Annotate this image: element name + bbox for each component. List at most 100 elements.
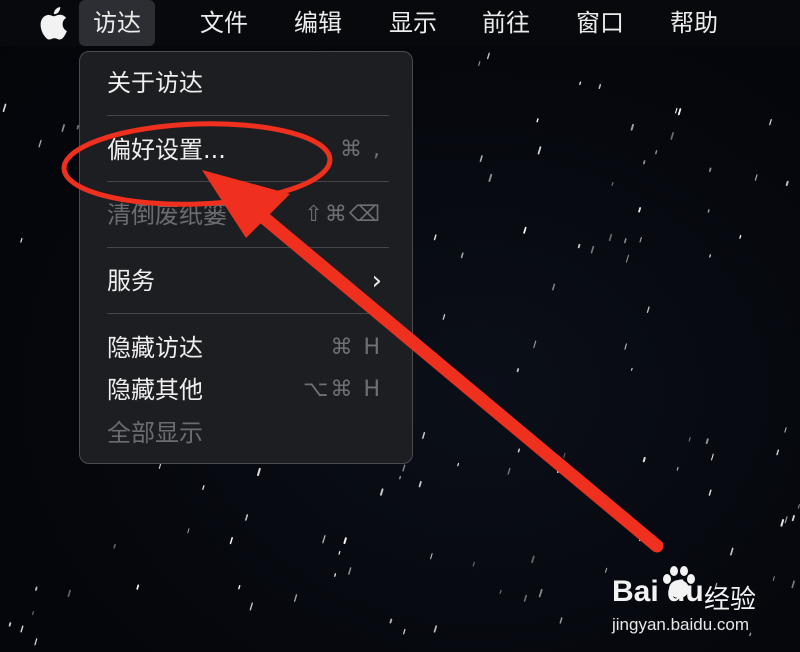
star bbox=[769, 119, 772, 126]
menu-item-label: 清倒废纸篓 bbox=[107, 201, 227, 229]
menu-item-about-finder[interactable]: 关于访达 bbox=[80, 61, 412, 105]
star bbox=[472, 561, 475, 567]
shortcut-shift-command-delete: ⇧⌘⌫ bbox=[304, 202, 382, 227]
watermark-product: 经验 bbox=[704, 585, 757, 615]
star bbox=[202, 485, 205, 490]
star bbox=[639, 236, 642, 243]
star bbox=[507, 467, 511, 475]
star bbox=[348, 567, 352, 575]
star bbox=[379, 488, 384, 496]
shortcut-option-command-h: ⌥⌘ H bbox=[303, 377, 382, 402]
star bbox=[688, 437, 691, 442]
star bbox=[61, 124, 65, 132]
star bbox=[238, 584, 241, 590]
star bbox=[677, 108, 682, 116]
star bbox=[730, 547, 734, 556]
star bbox=[2, 103, 7, 113]
star bbox=[531, 555, 535, 564]
star bbox=[604, 567, 608, 573]
menu-finder[interactable]: 访达 bbox=[79, 0, 155, 46]
star bbox=[499, 589, 502, 595]
star bbox=[552, 283, 556, 291]
star bbox=[705, 438, 709, 445]
paw-print-icon bbox=[663, 566, 695, 598]
star bbox=[739, 234, 742, 239]
star bbox=[457, 462, 460, 467]
star bbox=[533, 340, 537, 349]
star bbox=[67, 589, 71, 598]
star bbox=[577, 243, 581, 249]
star bbox=[785, 180, 789, 187]
star bbox=[625, 254, 630, 263]
menu-item-services[interactable]: 服务 › bbox=[80, 259, 412, 303]
star bbox=[791, 514, 795, 522]
star bbox=[630, 123, 635, 131]
star bbox=[646, 306, 650, 313]
star bbox=[187, 528, 190, 534]
star bbox=[559, 617, 563, 624]
star bbox=[334, 573, 337, 577]
star bbox=[478, 61, 481, 67]
menu-view[interactable]: 显示 bbox=[375, 0, 451, 46]
star bbox=[517, 448, 520, 453]
star bbox=[257, 467, 261, 477]
star bbox=[430, 553, 433, 560]
star bbox=[249, 602, 254, 611]
menu-item-label: 隐藏其他 bbox=[107, 376, 203, 404]
apple-logo-icon[interactable] bbox=[38, 6, 68, 40]
menu-edit[interactable]: 编辑 bbox=[280, 0, 356, 46]
menu-item-show-all: 全部显示 bbox=[80, 411, 412, 455]
baidu-jingyan-watermark: Bai du 经验 jingyan.baidu.com bbox=[612, 565, 782, 645]
star bbox=[655, 150, 658, 155]
star bbox=[433, 625, 438, 633]
star bbox=[442, 314, 446, 320]
star bbox=[676, 467, 679, 471]
menu-item-preferences[interactable]: 偏好设置... ⌘ , bbox=[80, 128, 412, 172]
star bbox=[638, 535, 642, 542]
star bbox=[516, 368, 520, 373]
star bbox=[567, 467, 571, 473]
star bbox=[579, 81, 582, 85]
star bbox=[776, 449, 780, 456]
menu-item-hide-others[interactable]: 隐藏其他 ⌥⌘ H bbox=[80, 368, 412, 412]
star bbox=[611, 181, 614, 186]
star bbox=[229, 537, 233, 545]
menu-bar: 访达 文件 编辑 显示 前往 窗口 帮助 bbox=[0, 0, 800, 46]
menu-window[interactable]: 窗口 bbox=[562, 0, 638, 46]
menu-item-hide-finder[interactable]: 隐藏访达 ⌘ H bbox=[80, 326, 412, 370]
star bbox=[338, 550, 341, 555]
star bbox=[708, 489, 712, 496]
star bbox=[631, 367, 633, 371]
shortcut-command-h: ⌘ H bbox=[330, 335, 382, 360]
menu-item-label: 隐藏访达 bbox=[107, 334, 203, 362]
star bbox=[402, 464, 406, 472]
star bbox=[711, 453, 714, 461]
star bbox=[608, 233, 613, 242]
shortcut-command-comma: ⌘ , bbox=[340, 137, 382, 162]
star bbox=[675, 107, 678, 114]
star bbox=[563, 452, 566, 459]
watermark-url: jingyan.baidu.com bbox=[612, 615, 750, 634]
star bbox=[556, 468, 560, 473]
star bbox=[8, 622, 12, 627]
star bbox=[638, 207, 642, 213]
star bbox=[538, 588, 543, 598]
star bbox=[293, 594, 298, 602]
menu-go[interactable]: 前往 bbox=[468, 0, 544, 46]
star bbox=[31, 610, 35, 616]
chevron-right-icon: › bbox=[371, 266, 382, 296]
menu-help[interactable]: 帮助 bbox=[656, 0, 732, 46]
star bbox=[523, 226, 527, 234]
star bbox=[642, 456, 646, 463]
finder-menu-dropdown: 关于访达 偏好设置... ⌘ , 清倒废纸篓 ⇧⌘⌫ 服务 › 隐藏访达 ⌘ H… bbox=[79, 51, 413, 464]
star bbox=[624, 238, 627, 244]
menu-item-empty-trash: 清倒废纸篓 ⇧⌘⌫ bbox=[80, 193, 412, 237]
star bbox=[784, 516, 788, 524]
star bbox=[488, 173, 493, 183]
star bbox=[486, 52, 490, 60]
star bbox=[642, 160, 646, 165]
menu-file[interactable]: 文件 bbox=[186, 0, 262, 46]
star bbox=[780, 519, 785, 527]
star bbox=[784, 427, 787, 433]
star bbox=[343, 537, 347, 545]
